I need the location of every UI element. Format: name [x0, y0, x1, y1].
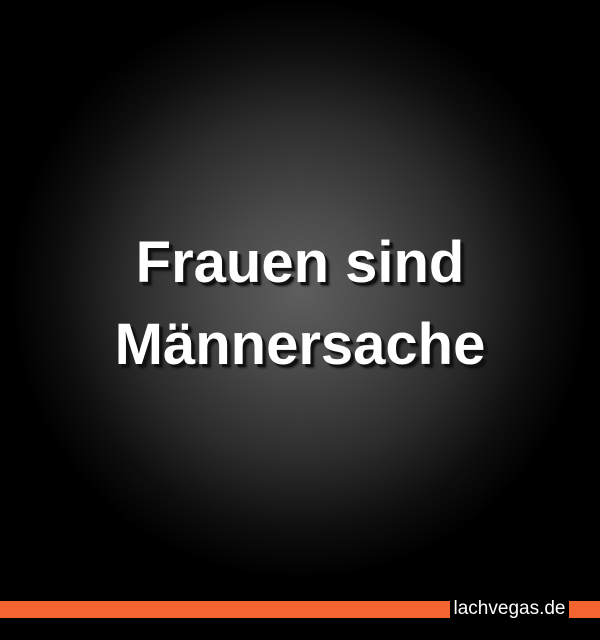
footer-accent-bar-right — [569, 601, 600, 618]
footer-accent-bar-left — [0, 601, 450, 618]
headline-line-2: Männersache — [114, 312, 486, 377]
headline-line-1: Frauen sind — [135, 230, 465, 295]
footer-brand-logo: lachvegas.de — [453, 598, 566, 619]
headline: Frauen sind Männersache — [0, 222, 600, 386]
